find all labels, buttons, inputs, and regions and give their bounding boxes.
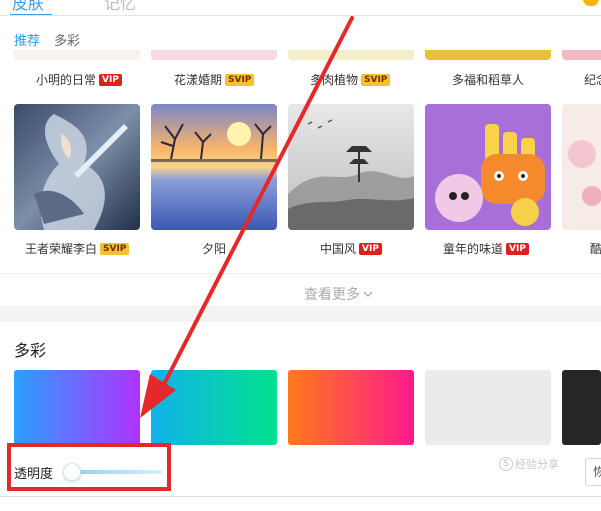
sub-tab-bar: 推荐 多彩: [14, 30, 80, 49]
skin-label-row1-3: 多肉植物 SVIP: [310, 71, 391, 88]
bottom-divider: [0, 496, 601, 497]
skin-thumb-5[interactable]: [562, 50, 601, 60]
divider: [0, 273, 601, 274]
tab-memory[interactable]: 记忆: [104, 0, 136, 14]
skin-label-row1-2: 花漾婚期 SVIP: [174, 71, 255, 88]
vip-badge: VIP: [506, 242, 529, 255]
color-tile-blue-purple[interactable]: [14, 370, 140, 445]
skin-label-row2-4: 童年的味道 VIP: [443, 240, 529, 257]
svip-badge: SVIP: [100, 242, 130, 255]
watermark: S 经验分享: [499, 456, 559, 472]
skin-thumb-2[interactable]: [151, 50, 277, 60]
section-title-colorful: 多彩: [14, 341, 47, 360]
annotation-highlight-box: [7, 443, 171, 491]
cartoon-food-illustration: [425, 104, 551, 230]
skin-thumb-3[interactable]: [288, 50, 414, 60]
svip-badge: SVIP: [361, 73, 391, 86]
sunset-photo: [151, 104, 277, 230]
vip-badge: VIP: [359, 242, 382, 255]
color-tile-dark[interactable]: [562, 370, 601, 445]
warrior-illustration: [14, 104, 140, 230]
skin-tile-libai[interactable]: [14, 104, 140, 230]
watermark-logo-icon: S: [499, 457, 513, 471]
sub-tab-recommend[interactable]: 推荐: [14, 30, 40, 49]
skin-label-row1-5: 纪念: [584, 73, 601, 87]
ink-landscape: [288, 104, 414, 230]
top-tab-strip: 皮肤 记忆: [0, 0, 601, 16]
section-separator: [0, 306, 601, 322]
user-avatar-icon[interactable]: [583, 0, 599, 6]
skin-tile-chinese[interactable]: [288, 104, 414, 230]
color-tile-orange-pink[interactable]: [288, 370, 414, 445]
skin-label-row1-4: 多福和稻草人: [452, 73, 525, 87]
skin-label-row2-5: 酷: [590, 242, 601, 256]
svip-badge: SVIP: [225, 73, 255, 86]
color-tile-cyan-green[interactable]: [151, 370, 277, 445]
skin-tile-sunset[interactable]: [151, 104, 277, 230]
chevron-down-icon: [363, 286, 373, 302]
skin-label-row1-1: 小明的日常 VIP: [36, 71, 122, 88]
tab-skin[interactable]: 皮肤: [12, 0, 44, 14]
skin-label-row2-2: 夕阳: [202, 242, 227, 256]
pastel-illustration: [562, 104, 601, 230]
skin-label-row2-1: 王者荣耀李白 SVIP: [25, 240, 130, 257]
color-tile-light-gray[interactable]: [425, 370, 551, 445]
skin-tile-cool[interactable]: [562, 104, 601, 230]
skin-thumb-1[interactable]: [14, 50, 140, 60]
active-tab-underline: [10, 14, 52, 15]
vip-badge: VIP: [99, 73, 122, 86]
view-more-link[interactable]: 查看更多: [304, 284, 373, 304]
skin-tile-childhood[interactable]: [425, 104, 551, 230]
restore-button[interactable]: 恢: [585, 458, 601, 486]
sub-tab-colorful[interactable]: 多彩: [54, 30, 80, 49]
skin-label-row2-3: 中国风 VIP: [320, 240, 382, 257]
skin-thumb-4[interactable]: [425, 50, 551, 60]
